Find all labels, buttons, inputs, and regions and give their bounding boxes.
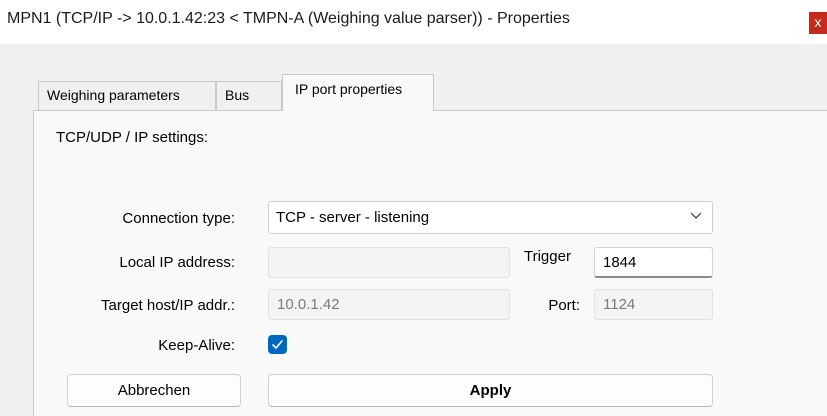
local-ip-field[interactable]	[268, 247, 510, 278]
connection-type-label: Connection type:	[122, 210, 235, 227]
keep-alive-checkbox[interactable]	[268, 335, 287, 354]
chevron-down-icon	[690, 212, 702, 219]
tab-ip-port-properties-label: IP port properties	[295, 81, 403, 97]
local-ip-label: Local IP address:	[119, 254, 235, 271]
connection-type-select[interactable]: TCP - server - listening	[268, 201, 713, 234]
target-host-label: Target host/IP addr.:	[101, 297, 235, 314]
tab-ip-port-properties[interactable]: IP port properties	[282, 74, 434, 111]
port-field[interactable]: 1124	[594, 289, 713, 320]
close-button[interactable]: x	[809, 12, 827, 34]
trigger-field[interactable]: 1844	[594, 247, 713, 278]
port-label: Port:	[548, 297, 580, 314]
tab-bus[interactable]: Bus	[216, 81, 282, 110]
window-title: MPN1 (TCP/IP -> 10.0.1.42:23 < TMPN-A (W…	[7, 10, 570, 27]
close-icon: x	[814, 14, 822, 30]
keep-alive-label: Keep-Alive:	[158, 337, 235, 354]
cancel-button[interactable]: Abbrechen	[67, 374, 241, 407]
apply-button-label: Apply	[469, 382, 512, 399]
title-bar: MPN1 (TCP/IP -> 10.0.1.42:23 < TMPN-A (W…	[0, 0, 827, 44]
tab-weighing-parameters-label: Weighing parameters	[47, 87, 180, 103]
target-host-field[interactable]: 10.0.1.42	[268, 289, 510, 320]
apply-button[interactable]: Apply	[268, 374, 713, 407]
tab-weighing-parameters[interactable]: Weighing parameters	[38, 81, 216, 110]
trigger-label: Trigger	[524, 248, 571, 265]
checkmark-icon	[272, 340, 283, 349]
connection-type-value: TCP - server - listening	[276, 209, 430, 226]
section-heading: TCP/UDP / IP settings:	[56, 129, 208, 146]
cancel-button-label: Abbrechen	[117, 382, 191, 399]
tab-bus-label: Bus	[225, 87, 250, 103]
